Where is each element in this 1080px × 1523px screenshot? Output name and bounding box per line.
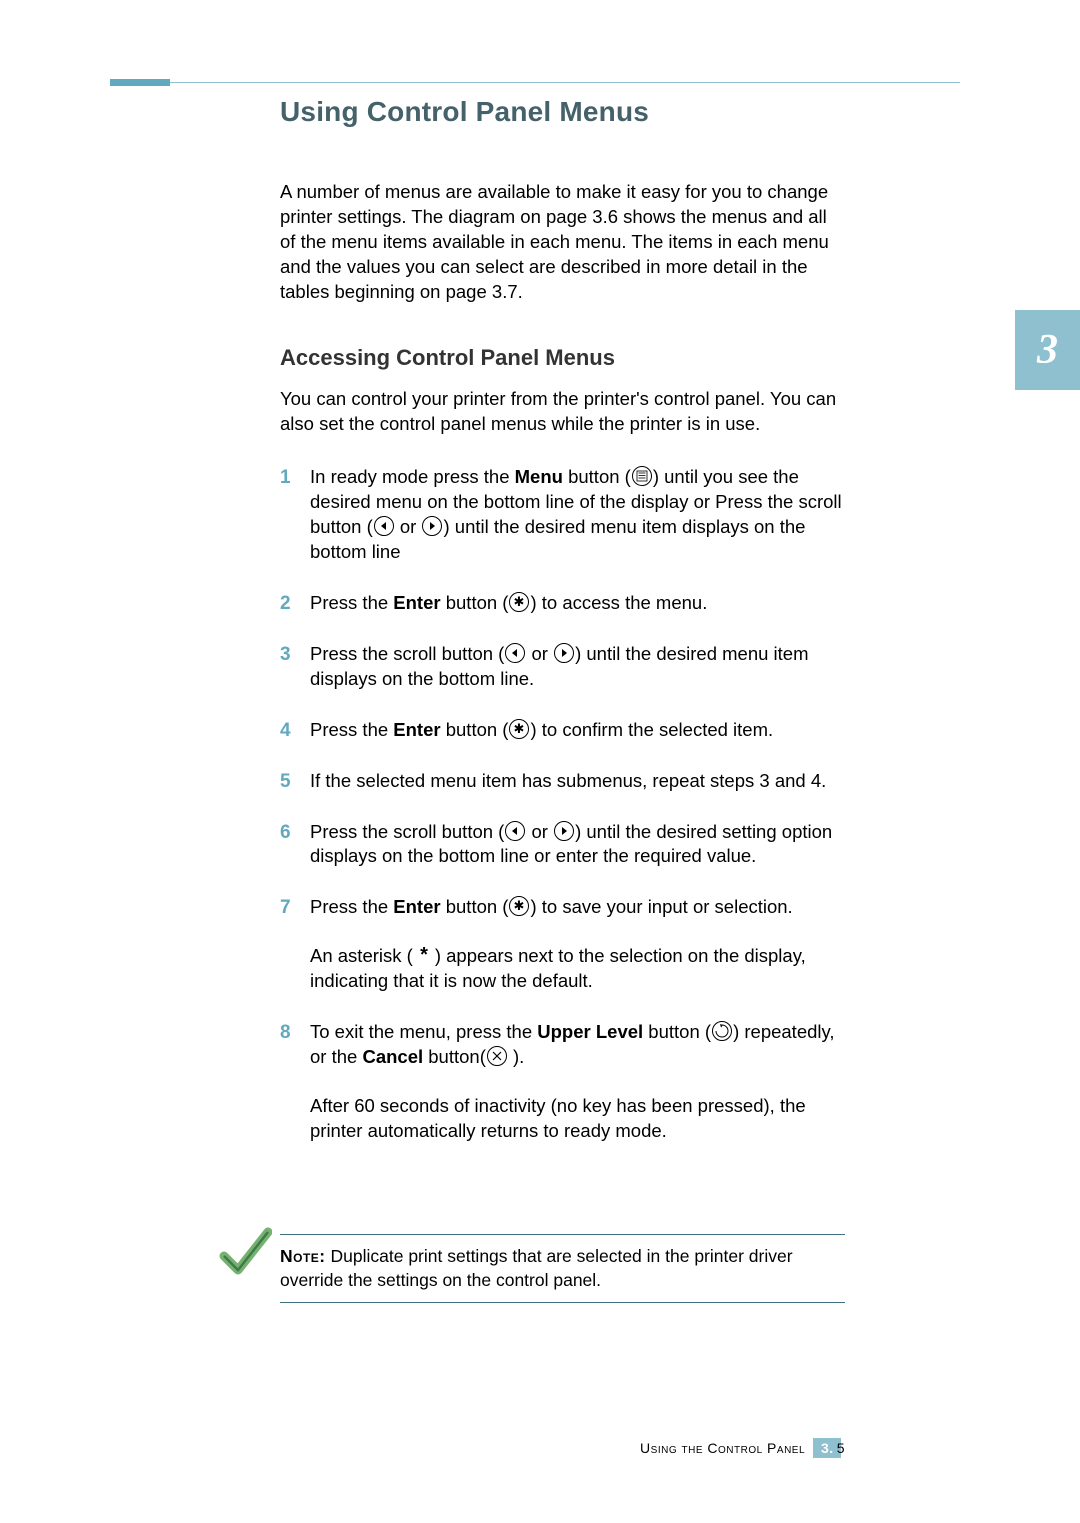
enter-icon: ✱ [508,591,530,613]
note-block: Note: Duplicate print settings that are … [280,1234,845,1303]
step-number: 5 [280,769,291,795]
checkmark-icon [218,1226,272,1285]
step-number: 6 [280,820,291,846]
left-arrow-icon [373,515,395,537]
footer-text: Using the Control Panel [640,1440,805,1456]
step-text: Press the Enter button (✱) to access the… [310,591,845,616]
step-number: 3 [280,642,291,668]
steps-list: 1 In ready mode press the Menu button () … [280,465,845,1144]
asterisk-icon: * [413,944,435,966]
step-item: 2 Press the Enter button (✱) to access th… [280,591,845,616]
step-text: Press the scroll button ( or ) until the… [310,642,845,692]
note-rule-bottom [280,1302,845,1303]
enter-icon: ✱ [508,895,530,917]
right-arrow-icon [421,515,443,537]
footer-page-number: 5 [837,1440,845,1456]
menu-icon [631,465,653,487]
top-rule [110,82,960,83]
svg-text:✱: ✱ [514,594,525,609]
bold-term: Enter [393,719,440,740]
note-label: Note: [280,1246,326,1266]
step-text: Press the Enter button (✱) to save your … [310,895,845,920]
note-text: Note: Duplicate print settings that are … [280,1245,845,1292]
intro-paragraph: A number of menus are available to make … [280,180,845,305]
left-arrow-icon [504,820,526,842]
bold-term: Cancel [362,1046,423,1067]
step-item: 7 Press the Enter button (✱) to save your… [280,895,845,994]
step-item: 6 Press the scroll button ( or ) until th… [280,820,845,870]
step-text: Press the scroll button ( or ) until the… [310,820,845,870]
page-title: Using Control Panel Menus [280,96,845,128]
note-rule-top [280,1234,845,1235]
chapter-tab: 3 [1015,310,1080,390]
svg-text:✱: ✱ [514,721,525,736]
step-text: To exit the menu, press the Upper Level … [310,1020,845,1070]
step-number: 2 [280,591,291,617]
upper-level-icon [711,1020,733,1042]
right-arrow-icon [553,820,575,842]
bold-term: Upper Level [537,1021,643,1042]
svg-text:*: * [420,944,428,966]
step-text: If the selected menu item has submenus, … [310,769,845,794]
bold-term: Enter [393,592,440,613]
right-arrow-icon [553,642,575,664]
section-heading: Accessing Control Panel Menus [280,345,845,371]
enter-icon: ✱ [508,718,530,740]
page-footer: Using the Control Panel 3.5 [640,1438,845,1458]
step-item: 4 Press the Enter button (✱) to confirm t… [280,718,845,743]
step-number: 1 [280,465,291,491]
step-item: 1 In ready mode press the Menu button () … [280,465,845,565]
step-number: 7 [280,895,291,921]
bold-term: Menu [515,466,563,487]
bold-term: Enter [393,896,440,917]
section-lead: You can control your printer from the pr… [280,387,845,437]
left-arrow-icon [504,642,526,664]
top-accent-bar [110,79,170,86]
cancel-icon [486,1045,508,1067]
step-number: 4 [280,718,291,744]
svg-text:✱: ✱ [514,898,525,913]
step-item: 5 If the selected menu item has submenus,… [280,769,845,794]
chapter-tab-number: 3 [1037,326,1058,374]
step-number: 8 [280,1020,291,1046]
step-text: After 60 seconds of inactivity (no key h… [310,1094,845,1144]
note-body: Duplicate print settings that are select… [280,1246,793,1290]
step-text: Press the Enter button (✱) to confirm th… [310,718,845,743]
step-item: 3 Press the scroll button ( or ) until th… [280,642,845,692]
step-text: An asterisk (*) appears next to the sele… [310,944,845,994]
step-text: In ready mode press the Menu button () u… [310,465,845,565]
step-item: 8 To exit the menu, press the Upper Level… [280,1020,845,1144]
